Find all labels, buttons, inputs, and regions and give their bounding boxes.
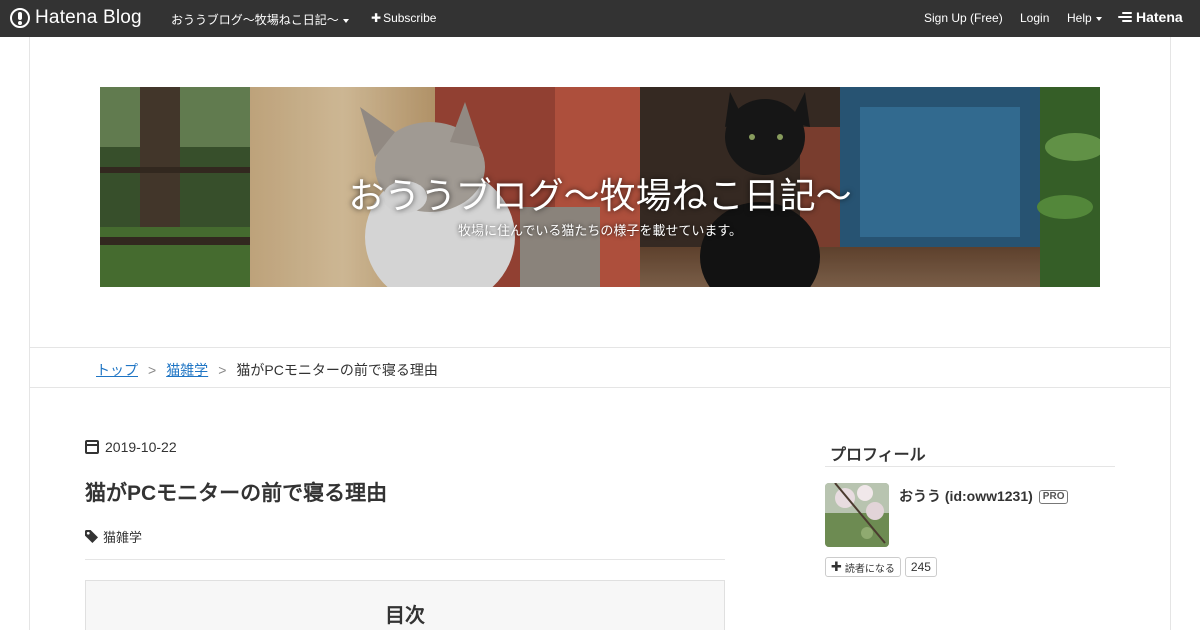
tag-icon <box>85 530 98 543</box>
hatena-blog-logo-text: Hatena Blog <box>35 7 142 28</box>
become-reader-button[interactable]: ✚ 読者になる <box>825 557 901 577</box>
hatena-label: Hatena <box>1136 9 1183 25</box>
blog-title[interactable]: おううブログ～牧場ねこ日記～ <box>100 167 1100 219</box>
subscribe-label: Subscribe <box>383 11 437 25</box>
chevron-down-icon <box>342 18 349 23</box>
avatar-image <box>825 483 889 547</box>
breadcrumb-current: 猫がPCモニターの前で寝る理由 <box>236 362 438 378</box>
hatena-link[interactable]: Hatena <box>1118 9 1183 25</box>
entry-date[interactable]: 2019-10-22 <box>85 439 177 455</box>
pro-badge: PRO <box>1038 490 1069 504</box>
blog-name-dropdown[interactable]: おううブログ～牧場ねこ日記～ <box>171 11 349 28</box>
profile-user-name-text: おうう (id:oww1231) <box>899 488 1033 504</box>
login-link[interactable]: Login <box>1020 11 1049 25</box>
hatena-blog-logo-icon <box>10 8 30 28</box>
breadcrumb-separator: > <box>218 362 227 378</box>
entry-category[interactable]: 猫雑学 <box>85 527 142 546</box>
plus-icon: ✚ <box>371 11 382 25</box>
blog-description: 牧場に住んでいる猫たちの様子を載せています。 <box>457 223 743 238</box>
calendar-icon <box>85 440 99 454</box>
subscriber-count: 245 <box>904 557 937 577</box>
blog-header-banner[interactable]: おううブログ～牧場ねこ日記～ 牧場に住んでいる猫たちの様子を載せています。 <box>100 87 1100 287</box>
become-reader-label: 読者になる <box>844 563 895 575</box>
table-of-contents: 目次 <box>85 580 725 630</box>
chevron-down-icon <box>1095 16 1102 21</box>
entry-divider <box>85 559 725 560</box>
breadcrumb: トップ > 猫雑学 > 猫がPCモニターの前で寝る理由 <box>96 360 438 380</box>
avatar[interactable] <box>825 483 889 547</box>
breadcrumb-link-top[interactable]: トップ <box>96 362 138 378</box>
blog-name-label: おううブログ～牧場ねこ日記～ <box>171 13 339 27</box>
global-header: Hatena Blog おううブログ～牧場ねこ日記～ ✚ Subscribe Si… <box>0 0 1200 37</box>
toc-title: 目次 <box>385 605 425 627</box>
breadcrumb-link-category[interactable]: 猫雑学 <box>166 362 208 378</box>
breadcrumb-bar: トップ > 猫雑学 > 猫がPCモニターの前で寝る理由 <box>30 347 1170 388</box>
subscribe-button[interactable]: ✚ Subscribe <box>371 11 436 25</box>
help-dropdown[interactable]: Help <box>1067 11 1102 25</box>
profile-heading: プロフィール <box>830 447 926 464</box>
profile-heading-divider <box>825 466 1115 467</box>
entry-title[interactable]: 猫がPCモニターの前で寝る理由 <box>85 477 387 507</box>
breadcrumb-separator: > <box>148 362 157 378</box>
help-label: Help <box>1067 11 1092 25</box>
reader-subscribe: ✚ 読者になる 245 <box>825 557 937 577</box>
entry-date-text: 2019-10-22 <box>105 439 177 455</box>
hatena-icon <box>1118 11 1132 23</box>
profile-user-name[interactable]: おうう (id:oww1231) PRO <box>899 486 1069 506</box>
plus-icon: ✚ <box>831 559 842 574</box>
entry-category-label: 猫雑学 <box>103 530 143 545</box>
signup-link[interactable]: Sign Up (Free) <box>924 11 1003 25</box>
hatena-blog-logo[interactable]: Hatena Blog <box>10 7 142 29</box>
